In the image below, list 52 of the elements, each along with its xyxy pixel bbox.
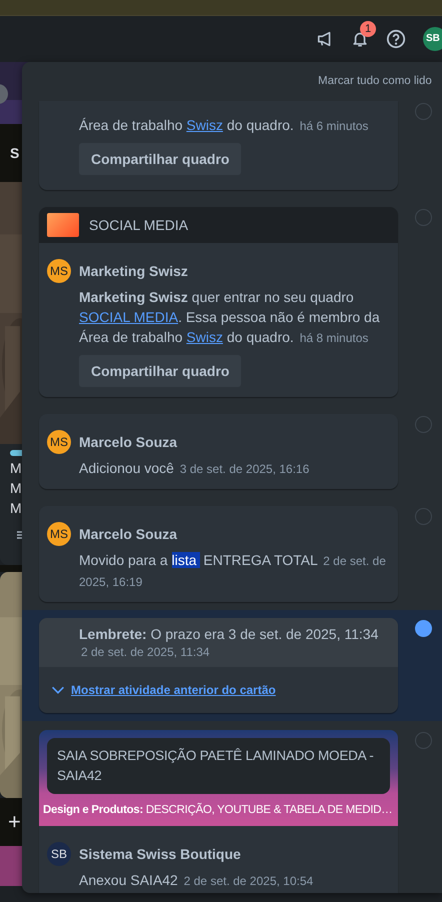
card-text: M bbox=[10, 459, 22, 478]
notification-card[interactable]: Lembrete: O prazo era 3 de set. de 2025, 11:34 2 de set. de 2025, 11:34 Mostrar atividade anterior do cartão bbox=[39, 618, 398, 713]
mark-unread-toggle[interactable] bbox=[415, 732, 432, 749]
notification-card[interactable]: MS Marcelo Souza Adicionou você 3 de set. de 2025, 16:16 bbox=[39, 414, 398, 489]
timestamp: há 8 minutos bbox=[300, 331, 368, 345]
author-avatar: SB bbox=[47, 842, 71, 866]
notification-text: Adicionou você 3 de set. de 2025, 16:16 bbox=[79, 459, 310, 478]
board-link[interactable]: SOCIAL MEDIA bbox=[79, 309, 178, 325]
notification-card[interactable]: MS Marcelo Souza Movido para a lista ENTREGA TOTAL 2 de set. de 2025, 16:19 bbox=[39, 506, 398, 602]
board-thumbnail bbox=[47, 213, 79, 237]
timestamp: 3 de set. de 2025, 16:16 bbox=[180, 462, 310, 476]
notification-text: Lembrete: O prazo era 3 de set. de 2025, 11:34 2 de set. de 2025, 11:34 bbox=[79, 626, 380, 661]
board-link[interactable]: Swisz bbox=[186, 329, 223, 345]
board-link[interactable]: Swisz bbox=[186, 117, 223, 133]
board-title[interactable]: SOCIAL MEDIA bbox=[89, 217, 188, 233]
notification-text: Área de trabalho Swisz do quadro. há 6 minutos bbox=[79, 116, 370, 135]
card-text: M bbox=[10, 499, 22, 518]
mark-unread-toggle[interactable] bbox=[415, 209, 432, 226]
mark-unread-toggle[interactable] bbox=[415, 103, 432, 120]
author-name: Marketing Swisz bbox=[79, 263, 188, 279]
notification-text: Movido para a lista ENTREGA TOTAL 2 de set. de 2025, 16:19 bbox=[79, 551, 387, 591]
help-icon[interactable] bbox=[386, 29, 406, 49]
author-avatar: MS bbox=[47, 259, 71, 283]
timestamp: 2 de set. de 2025, 10:54 bbox=[184, 874, 314, 888]
mark-unread-toggle[interactable] bbox=[415, 416, 432, 433]
chevron-down-icon bbox=[51, 686, 65, 694]
card-breadcrumb: Design e Produtos: DESCRIÇÃO, YOUTUBE & TABELA DE MEDID… bbox=[42, 802, 394, 818]
notification-card[interactable]: Área de trabalho Swisz do quadro. há 6 minutos Compartilhar quadro bbox=[39, 101, 398, 190]
card-text: M bbox=[10, 479, 22, 498]
add-list-button[interactable]: + bbox=[8, 811, 21, 833]
list-title: S bbox=[10, 145, 20, 161]
author-avatar: MS bbox=[47, 522, 71, 546]
mark-all-read-link[interactable]: Marcar tudo como lido bbox=[318, 74, 432, 88]
author-name: Marcelo Souza bbox=[79, 526, 178, 542]
author-name: Marcelo Souza bbox=[79, 434, 178, 450]
share-board-button[interactable]: Compartilhar quadro bbox=[79, 355, 242, 387]
notification-text: Marketing Swisz quer entrar no seu quadro SOCIAL MEDIA. Essa pessoa não é membro da Área de trabalho Swisz do quadro. há 8 minutos bbox=[79, 288, 381, 347]
notification-badge: 1 bbox=[360, 21, 376, 37]
notification-text: Anexou SAIA42 2 de set. de 2025, 10:54 bbox=[79, 871, 314, 890]
user-avatar[interactable]: SB bbox=[423, 27, 442, 51]
card-title[interactable]: SAIA SOBREPOSIÇÃO PAETÊ LAMINADO MOEDA - SAIA42 bbox=[47, 738, 390, 794]
timestamp: há 6 minutos bbox=[300, 119, 368, 133]
notification-card[interactable]: SOCIAL MEDIA MS Marketing Swisz Marketing Swisz quer entrar no seu quadro SOCIAL MEDIA. Essa pessoa não é membro da Área de trabalho Swisz do quadro. há 8 minutos Compartilhar quadro bbox=[39, 207, 398, 397]
mark-unread-toggle[interactable] bbox=[415, 508, 432, 525]
notification-card[interactable]: SAIA SOBREPOSIÇÃO PAETÊ LAMINADO MOEDA - SAIA42 Design e Produtos: DESCRIÇÃO, YOUTUBE & TABELA DE MEDID… SB Sistema Swiss Boutique Anexou SAIA42 2 de set. de 2025, 10:54 bbox=[39, 730, 398, 893]
author-avatar: MS bbox=[47, 430, 71, 454]
timestamp: 2 de set. de 2025, 11:34 bbox=[81, 645, 210, 659]
unread-dot[interactable] bbox=[415, 620, 432, 637]
bell-icon[interactable] bbox=[351, 30, 369, 48]
share-board-button[interactable]: Compartilhar quadro bbox=[79, 143, 242, 175]
author-name: Sistema Swiss Boutique bbox=[79, 846, 241, 862]
show-activity-link[interactable]: Mostrar atividade anterior do cartão bbox=[71, 683, 276, 697]
